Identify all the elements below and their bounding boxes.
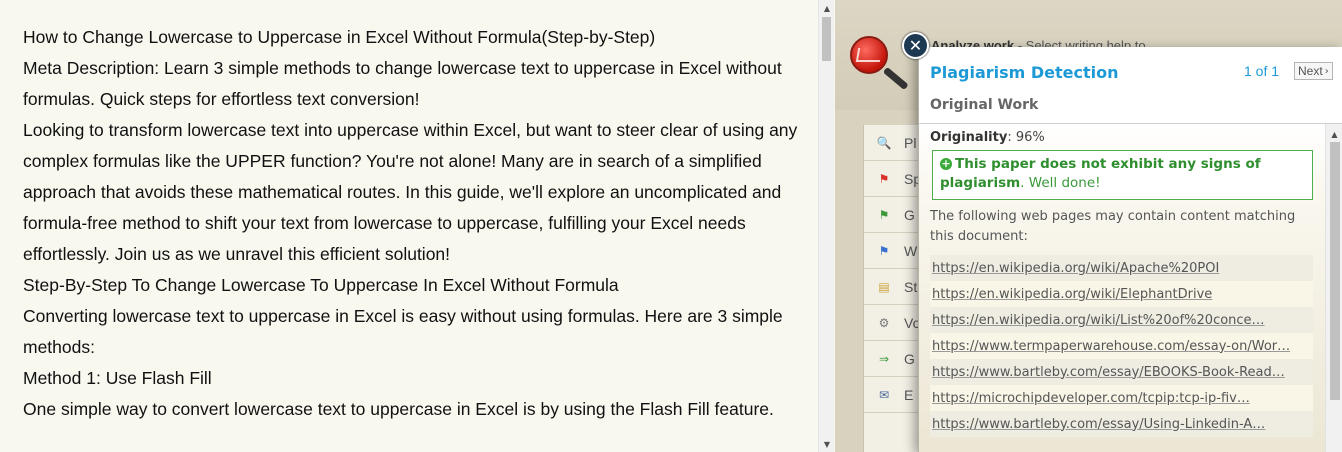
match-link[interactable]: https://en.wikipedia.org/wiki/List%20of%… (930, 307, 1313, 333)
magnifier-icon: 🔍 (876, 135, 892, 150)
match-link[interactable]: https://www.bartleby.com/essay/EBOOKS-Bo… (930, 359, 1313, 385)
popup-scrollbar[interactable]: ▲ (1325, 124, 1342, 452)
originality-score: Originality: 96% (930, 130, 1045, 145)
match-link[interactable]: https://www.bartleby.com/essay/Using-Lin… (930, 411, 1313, 437)
doc-intro-paragraph: Looking to transform lowercase text into… (23, 120, 798, 264)
blue-flag-icon: ⚑ (878, 243, 890, 258)
matching-links-list: https://en.wikipedia.org/wiki/Apache%20P… (930, 255, 1313, 437)
logo-chart-line (855, 48, 883, 62)
doc-meta-description: Meta Description: Learn 3 simple methods… (23, 58, 782, 109)
document-editor[interactable]: How to Change Lowercase to Uppercase in … (0, 0, 818, 452)
scrollbar-thumb[interactable] (1330, 142, 1340, 400)
red-flag-icon: ⚑ (878, 171, 890, 186)
menu-item-email[interactable]: ✉ E (864, 377, 924, 413)
menu-item-plagiarism[interactable]: 🔍 Pl (864, 125, 924, 161)
popup-title: Plagiarism Detection (930, 63, 1119, 82)
scroll-up-arrow-icon[interactable]: ▲ (819, 0, 835, 16)
magnifier-handle (882, 66, 909, 91)
doc-paragraph: Converting lowercase text to uppercase i… (23, 306, 783, 357)
next-button[interactable]: Next › (1294, 62, 1333, 80)
doc-paragraph: One simple way to convert lowercase text… (23, 399, 774, 419)
menu-item-go[interactable]: ⇒ G (864, 341, 924, 377)
menu-item-style[interactable]: ▤ St (864, 269, 924, 305)
verdict-box: + This paper does not exhibit any signs o… (932, 150, 1313, 200)
doc-method-heading: Method 1: Use Flash Fill (23, 368, 212, 388)
scroll-down-arrow-icon[interactable]: ▼ (819, 436, 835, 452)
match-link[interactable]: https://en.wikipedia.org/wiki/Apache%20P… (930, 255, 1313, 281)
document-icon: ▤ (878, 279, 890, 294)
plus-circle-icon: + (940, 157, 952, 170)
plagiarism-popup: Plagiarism Detection 1 of 1 Next › Origin… (918, 47, 1342, 452)
green-flag-icon: ⚑ (878, 207, 890, 222)
match-link[interactable]: https://microchipdeveloper.com/tcpip:tcp… (930, 385, 1313, 411)
menu-item-vocabulary[interactable]: ⚙ Vo (864, 305, 924, 341)
doc-title: How to Change Lowercase to Uppercase in … (23, 27, 656, 47)
section-heading: Original Work (930, 97, 1039, 113)
match-link[interactable]: https://en.wikipedia.org/wiki/ElephantDr… (930, 281, 1313, 307)
envelope-icon: ✉ (878, 387, 890, 402)
document-scrollbar[interactable]: ▲ ▼ (818, 0, 834, 452)
tools-menu: 🔍 Pl ⚑ Sp ⚑ G ⚑ W ▤ St ⚙ Vo ⇒ G ✉ E (863, 125, 924, 452)
menu-item-spelling[interactable]: ⚑ Sp (864, 161, 924, 197)
doc-heading: Step-By-Step To Change Lowercase To Uppe… (23, 275, 619, 295)
close-popup-button[interactable]: ✕ (902, 32, 929, 59)
match-link[interactable]: https://www.termpaperwarehouse.com/essay… (930, 333, 1313, 359)
popup-header: Plagiarism Detection 1 of 1 Next › (919, 47, 1342, 87)
scrollbar-thumb[interactable] (822, 17, 831, 61)
popup-body: Originality: 96% + This paper does not ex… (919, 124, 1342, 452)
chevron-right-icon: › (1324, 65, 1329, 77)
menu-item-word-choice[interactable]: ⚑ W (864, 233, 924, 269)
arrow-right-icon: ⇒ (878, 351, 890, 366)
gear-icon: ⚙ (878, 315, 890, 330)
scroll-up-arrow-icon[interactable]: ▲ (1326, 126, 1342, 142)
result-count: 1 of 1 (1244, 63, 1280, 79)
matching-pages-intro: The following web pages may contain cont… (930, 209, 1296, 244)
menu-item-grammar[interactable]: ⚑ G (864, 197, 924, 233)
document-text[interactable]: How to Change Lowercase to Uppercase in … (23, 22, 803, 425)
